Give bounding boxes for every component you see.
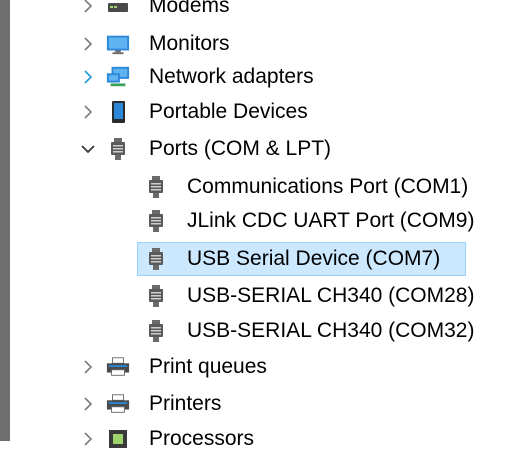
tree-item-network-adapters[interactable]: Network adapters	[0, 61, 510, 93]
tree-item-label: Ports (COM & LPT)	[149, 137, 332, 160]
tree-item-jlink-port[interactable]: JLink CDC UART Port (COM9)	[0, 205, 510, 237]
tree-item-printers[interactable]: Printers	[0, 388, 510, 420]
tree-item-print-queues[interactable]: Print queues	[0, 351, 510, 383]
tree-item-label: Processors	[149, 427, 255, 450]
modem-icon	[106, 0, 130, 18]
tree-item-ch340-com32[interactable]: USB-SERIAL CH340 (COM32)	[0, 315, 510, 347]
tree-item-portable-devices[interactable]: Portable Devices	[0, 96, 510, 128]
tree-item-label: Printers	[149, 392, 222, 415]
port-icon	[144, 247, 168, 271]
tree-item-label: Modems	[149, 0, 230, 17]
device-tree[interactable]: Modems Monitors Network adapters Portabl…	[0, 0, 510, 450]
chevron-down-icon[interactable]	[78, 133, 98, 165]
tree-item-label: Print queues	[149, 355, 267, 378]
tree-item-label: Network adapters	[149, 65, 314, 88]
port-icon	[144, 175, 168, 199]
port-icon	[144, 319, 168, 343]
chevron-right-icon[interactable]	[78, 0, 98, 22]
processor-icon	[106, 427, 130, 451]
chevron-right-icon[interactable]	[78, 96, 98, 128]
tree-item-modems[interactable]: Modems	[0, 0, 510, 22]
tree-item-label: USB-SERIAL CH340 (COM28)	[187, 284, 475, 307]
tree-item-label: USB-SERIAL CH340 (COM32)	[187, 319, 475, 342]
tree-item-monitors[interactable]: Monitors	[0, 28, 510, 60]
tree-item-ports[interactable]: Ports (COM & LPT)	[0, 133, 510, 165]
tree-item-label: JLink CDC UART Port (COM9)	[187, 209, 475, 232]
port-icon	[106, 137, 130, 161]
tree-item-ch340-com28[interactable]: USB-SERIAL CH340 (COM28)	[0, 280, 510, 312]
chevron-right-icon[interactable]	[78, 28, 98, 60]
portable-device-icon	[106, 100, 130, 124]
tree-item-label: Monitors	[149, 32, 230, 55]
chevron-right-icon[interactable]	[78, 423, 98, 455]
monitor-icon	[106, 32, 130, 56]
network-adapter-icon	[106, 65, 130, 89]
chevron-right-icon[interactable]	[78, 61, 98, 93]
printer-icon	[106, 392, 130, 416]
port-icon	[144, 209, 168, 233]
chevron-right-icon[interactable]	[78, 388, 98, 420]
tree-item-usb-serial-device[interactable]: USB Serial Device (COM7)	[0, 243, 510, 275]
tree-item-label: Communications Port (COM1)	[187, 175, 469, 198]
port-icon	[144, 284, 168, 308]
tree-item-label: Portable Devices	[149, 100, 308, 123]
chevron-right-icon[interactable]	[78, 351, 98, 383]
tree-item-processors[interactable]: Processors	[0, 423, 510, 455]
tree-item-label: USB Serial Device (COM7)	[187, 247, 441, 270]
printer-icon	[106, 355, 130, 379]
tree-item-communications-port[interactable]: Communications Port (COM1)	[0, 171, 510, 203]
